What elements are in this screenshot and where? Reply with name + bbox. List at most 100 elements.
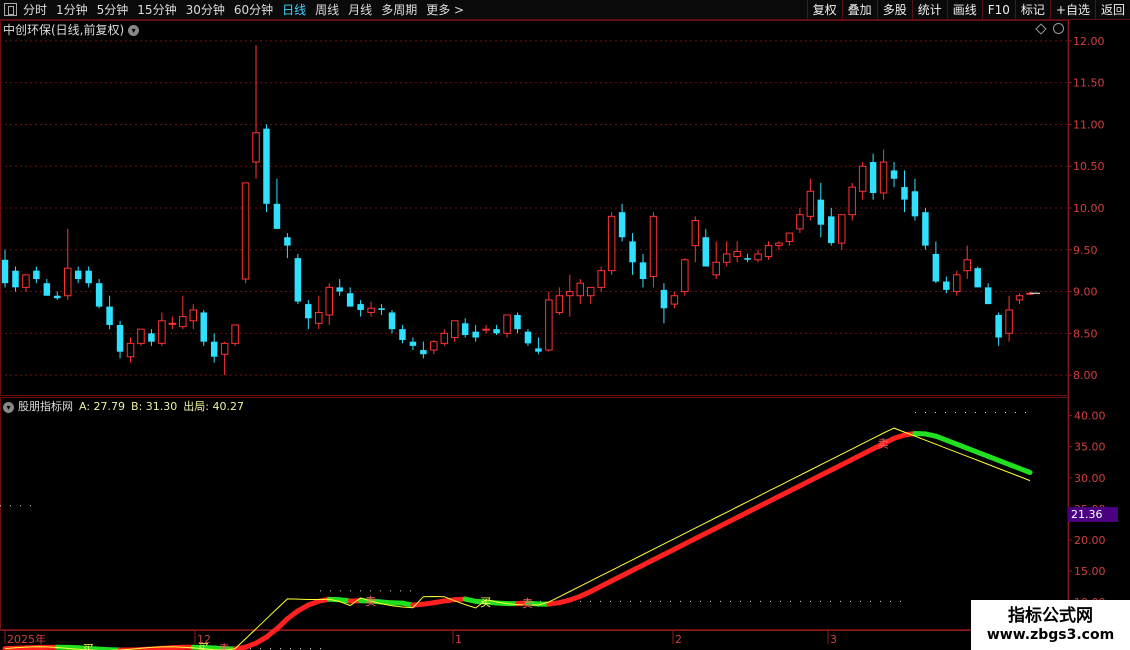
date-label: 3 xyxy=(830,633,837,646)
candle-body xyxy=(263,128,270,204)
date-label: 12 xyxy=(197,633,211,646)
candle-body xyxy=(12,270,19,288)
candle-body xyxy=(367,307,375,313)
candle-body xyxy=(54,295,61,299)
candle-body xyxy=(503,314,511,334)
candle-body xyxy=(712,261,720,276)
candle-body xyxy=(148,333,155,342)
candle-body xyxy=(733,250,741,257)
price-tick-label: 10.50 xyxy=(1073,160,1105,173)
candle-body xyxy=(535,348,542,352)
candle-body xyxy=(440,332,449,344)
date-label: 1 xyxy=(455,633,462,646)
ind-tick-label: 30.00 xyxy=(1074,472,1106,485)
dropdown-icon[interactable]: ▾ xyxy=(128,25,140,36)
settings-icon[interactable] xyxy=(1053,23,1064,34)
candle-body xyxy=(649,215,658,278)
candle-body xyxy=(482,328,490,331)
candle-body xyxy=(85,270,92,284)
candle-body xyxy=(984,287,992,305)
candle-body xyxy=(210,341,218,357)
candle-body xyxy=(974,268,981,288)
candle-body xyxy=(43,283,51,296)
candle-body xyxy=(294,258,302,302)
candle-body xyxy=(744,258,751,260)
candle-body xyxy=(284,237,291,246)
candle-body xyxy=(911,191,919,217)
candle-body xyxy=(901,187,908,200)
candle-body xyxy=(461,323,469,336)
candle-body xyxy=(953,274,961,293)
candle-body xyxy=(420,350,427,355)
side-info-strip[interactable] xyxy=(1118,20,1130,396)
candle-body xyxy=(325,286,333,316)
candle-body xyxy=(64,267,72,297)
candle-body xyxy=(430,341,438,351)
candle-body xyxy=(472,331,479,338)
signal-label: 卖 xyxy=(365,595,376,608)
candle-body xyxy=(1015,295,1024,301)
candle-body xyxy=(681,259,689,293)
candle-body xyxy=(399,329,406,341)
candle-body xyxy=(586,286,595,297)
candle-body xyxy=(817,199,825,225)
candle-body xyxy=(869,162,877,193)
candle-body xyxy=(137,328,145,344)
indicator-name: 股朋指标网 xyxy=(18,400,73,413)
stock-title: 中创环保(日线,前复权) xyxy=(3,23,125,37)
price-tick-label: 11.50 xyxy=(1073,77,1105,90)
candle-body xyxy=(922,212,929,246)
dropdown-icon[interactable]: ▾ xyxy=(3,401,14,413)
candle-body xyxy=(764,245,773,257)
candle-body xyxy=(409,341,417,346)
candle-body xyxy=(95,283,103,307)
candle-body xyxy=(22,274,30,288)
candle-body xyxy=(691,220,700,247)
candle-body xyxy=(315,311,323,324)
indicator-value-a: A: 27.79 xyxy=(79,400,126,413)
candle-body xyxy=(858,165,867,192)
candle-body xyxy=(702,237,710,267)
price-panel-title[interactable]: 中创环保(日线,前复权) ▾ xyxy=(3,21,140,38)
candle-body xyxy=(576,282,584,297)
candle-body xyxy=(126,342,135,358)
candle-body xyxy=(74,270,82,280)
candle-body xyxy=(493,329,500,334)
candle-body xyxy=(597,270,605,288)
candle-body xyxy=(357,304,364,310)
candle-body xyxy=(639,262,647,280)
candle-body xyxy=(995,314,1002,338)
candle-body xyxy=(629,241,636,263)
candle-body xyxy=(305,304,312,319)
candle-body xyxy=(670,295,679,305)
candle-body xyxy=(963,259,971,272)
side-info-strip-lower[interactable] xyxy=(1118,397,1130,437)
candle-body xyxy=(336,287,343,292)
price-tick-label: 10.00 xyxy=(1073,202,1105,215)
candlestick-chart[interactable]: 12.00 11.50 11.00 10.50 10.00 9.50 9.00 8.50 8.0… xyxy=(0,0,1130,650)
current-value-tag: 21.36 xyxy=(1068,507,1118,522)
indicator-panel-title[interactable]: ▾ 股朋指标网 A: 27.79 B: 31.30 出局: 40.27 xyxy=(3,398,244,414)
watermark-url: www.zbgs3.com xyxy=(986,626,1115,643)
candle-body xyxy=(231,324,239,344)
candle-body xyxy=(168,322,177,325)
price-tick-label: 9.50 xyxy=(1073,244,1098,257)
indicator-line-a xyxy=(4,427,1031,650)
date-label: 2025年 xyxy=(7,632,46,646)
candle-body xyxy=(837,214,846,244)
candle-body xyxy=(618,212,626,238)
ind-tick-label: 40.00 xyxy=(1074,410,1106,423)
indicator-value-out: 出局: 40.27 xyxy=(183,400,244,413)
candle-body xyxy=(273,203,281,229)
site-watermark: 指标公式网 www.zbgs3.com xyxy=(971,600,1130,650)
candle-body xyxy=(189,309,198,322)
candle-body xyxy=(158,320,166,344)
ind-tick-label: 15.00 xyxy=(1074,565,1106,578)
date-label: 2 xyxy=(675,633,682,646)
candle-body xyxy=(555,295,564,313)
candle-body xyxy=(388,312,396,330)
candle-body xyxy=(828,216,835,244)
candle-body xyxy=(566,291,574,297)
indicator-line-b xyxy=(1017,465,1033,475)
candle-body xyxy=(33,270,40,280)
